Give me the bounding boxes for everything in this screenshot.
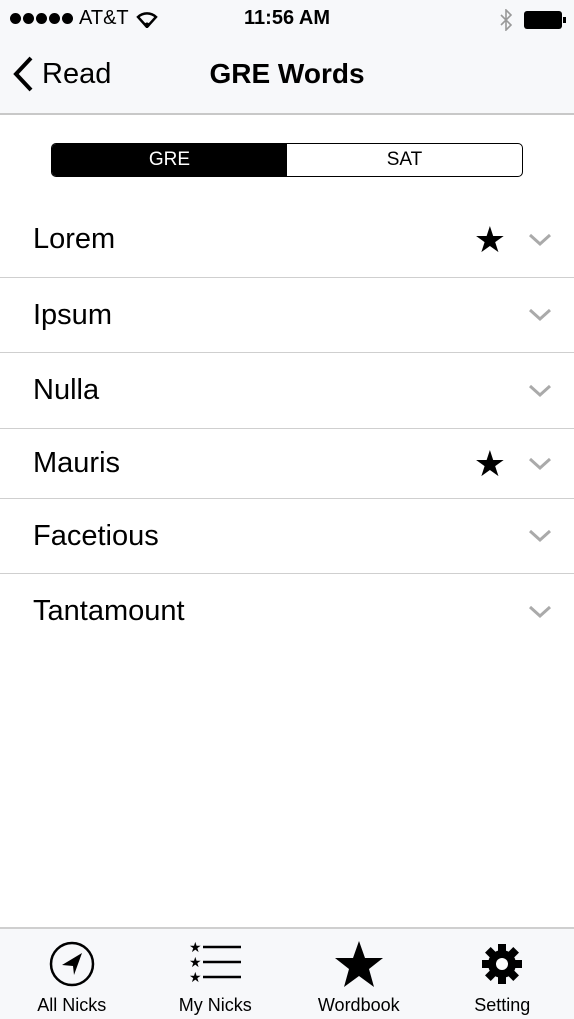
word-row[interactable]: Lorem ★ bbox=[0, 202, 574, 278]
tab-label: All Nicks bbox=[37, 995, 107, 1015]
word-label: Nulla bbox=[33, 374, 100, 406]
segment-gre[interactable]: GRE bbox=[52, 144, 287, 176]
word-row[interactable]: Nulla bbox=[0, 353, 574, 429]
gear-icon bbox=[482, 944, 523, 984]
navigation-bar: Read GRE Words bbox=[0, 40, 574, 115]
star-icon bbox=[334, 941, 383, 987]
starred-list-icon: ★★★ bbox=[189, 941, 242, 986]
tab-label: Setting bbox=[474, 995, 531, 1015]
star-icon[interactable]: ★ bbox=[474, 219, 506, 261]
svg-text:★: ★ bbox=[189, 941, 202, 956]
chevron-down-icon[interactable] bbox=[528, 600, 552, 624]
word-list: Lorem ★ Ipsum Nulla Mauris ★ Facetious Tantamou… bbox=[0, 202, 574, 649]
page-title: GRE Words bbox=[209, 58, 365, 89]
chevron-down-icon[interactable] bbox=[528, 228, 552, 252]
word-row[interactable]: Facetious bbox=[0, 499, 574, 574]
segment-sat[interactable]: SAT bbox=[287, 144, 522, 176]
tab-bar: All Nicks ★ ★ ★ My Nicks Wordbook Setting bbox=[0, 927, 574, 1019]
word-label: Facetious bbox=[33, 519, 159, 552]
tab-wordbook[interactable]: Wordbook bbox=[287, 929, 431, 1019]
svg-text:★: ★ bbox=[189, 970, 202, 986]
tab-all-nicks[interactable]: All Nicks bbox=[0, 929, 144, 1019]
segmented-control: GRE SAT bbox=[51, 143, 523, 177]
word-row[interactable]: Mauris ★ bbox=[0, 429, 574, 499]
svg-text:★: ★ bbox=[189, 955, 202, 971]
tab-setting[interactable]: Setting bbox=[431, 929, 574, 1019]
word-label: Lorem bbox=[33, 223, 116, 255]
battery-icon bbox=[524, 11, 566, 29]
chevron-down-icon[interactable] bbox=[528, 303, 552, 327]
chevron-down-icon[interactable] bbox=[528, 452, 552, 476]
word-label: Ipsum bbox=[33, 298, 112, 331]
tab-label: Wordbook bbox=[317, 995, 400, 1015]
bluetooth-icon bbox=[500, 9, 512, 31]
word-label: Tantamount bbox=[33, 595, 185, 627]
word-label: Mauris bbox=[33, 447, 121, 479]
chevron-down-icon[interactable] bbox=[528, 524, 552, 548]
status-bar: AT&T 11:56 AM bbox=[0, 0, 574, 40]
tab-label: My Nicks bbox=[178, 995, 252, 1015]
chevron-down-icon[interactable] bbox=[528, 379, 552, 403]
clock: 11:56 AM bbox=[244, 7, 330, 29]
word-row[interactable]: Ipsum bbox=[0, 278, 574, 353]
word-row[interactable]: Tantamount bbox=[0, 574, 574, 649]
tab-my-nicks[interactable]: ★ ★ ★ My Nicks bbox=[144, 929, 288, 1019]
navigation-arrow-icon bbox=[49, 941, 94, 987]
star-icon[interactable]: ★ bbox=[474, 443, 506, 485]
